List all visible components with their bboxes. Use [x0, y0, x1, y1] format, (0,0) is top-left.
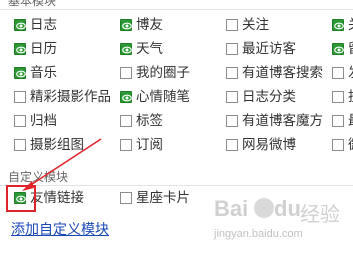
- baidu-watermark: Bai du 经验 jingyan.baidu.com: [214, 196, 350, 246]
- watermark-paw-text: du: [274, 196, 301, 221]
- paw-icon: [254, 198, 274, 218]
- watermark-brand: Bai: [214, 196, 249, 221]
- watermark-url: jingyan.baidu.com: [214, 228, 303, 240]
- watermark-suffix: 经验: [300, 202, 340, 226]
